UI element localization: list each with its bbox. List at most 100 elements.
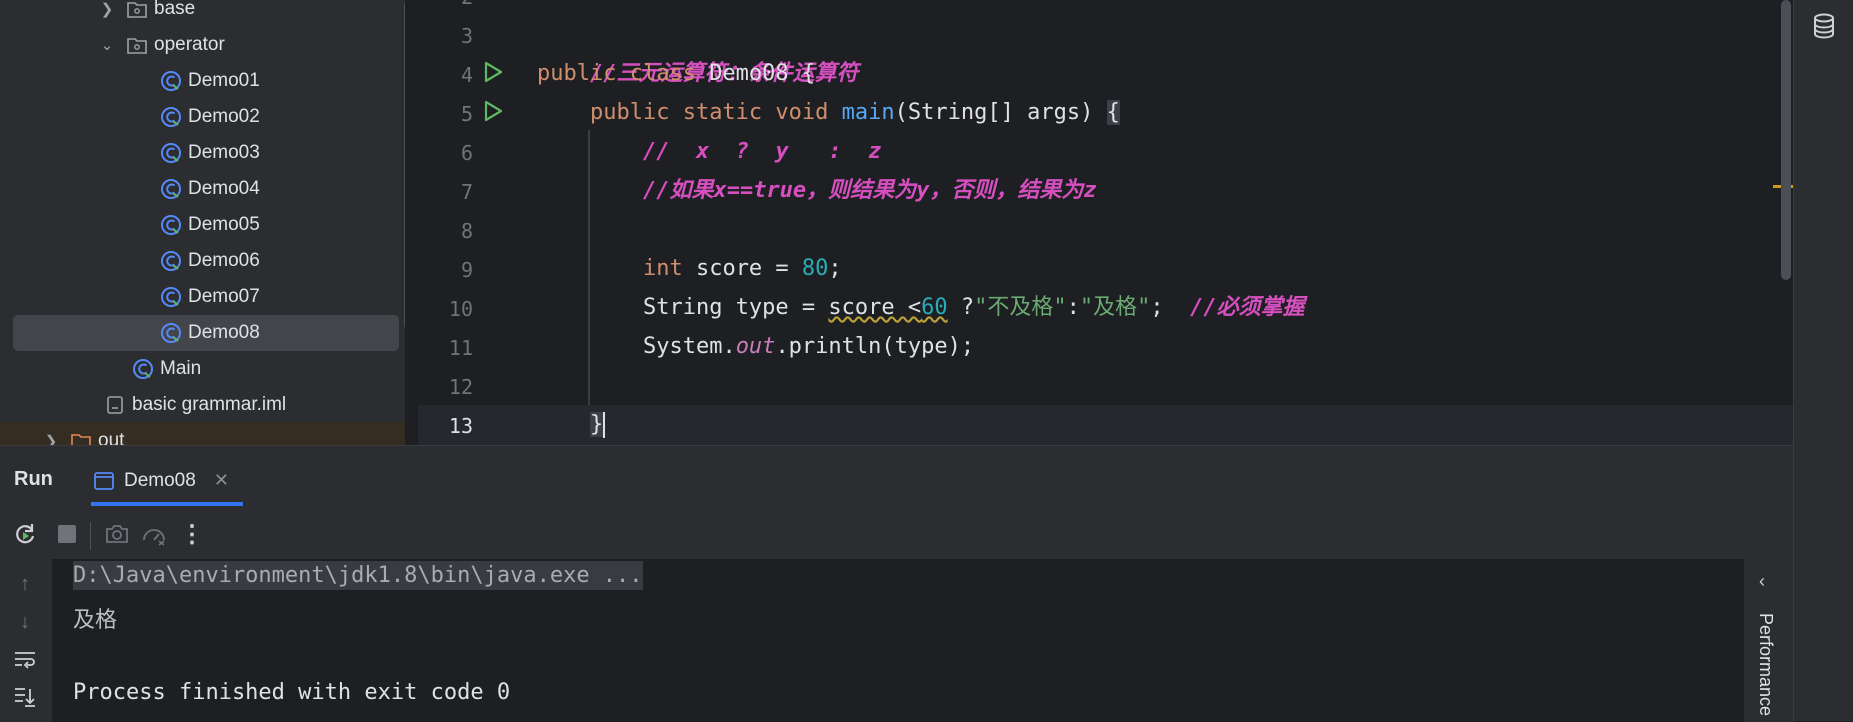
code-line-3: //三元运算符：条件运算符	[537, 15, 859, 86]
console-command-line: D:\Java\environment\jdk1.8\bin\java.exe …	[73, 561, 643, 590]
java-class-icon	[161, 143, 181, 163]
code-brace-match: {	[1106, 100, 1120, 125]
console-exit-message: Process finished with exit code 0	[73, 680, 511, 705]
code-warning-text: score <	[828, 295, 922, 320]
database-icon[interactable]	[1810, 12, 1838, 40]
code-text: ?	[947, 295, 975, 320]
tree-item-iml-file[interactable]: basic grammar.iml	[0, 387, 405, 423]
editor-scrollbar[interactable]	[1781, 0, 1791, 280]
code-keyword: int	[642, 256, 696, 281]
tab-demo08[interactable]: Demo08 ✕	[94, 458, 229, 503]
java-class-icon	[161, 287, 181, 307]
tree-item-label: Demo06	[188, 250, 260, 271]
scroll-end-icon	[15, 688, 35, 707]
tree-item-base[interactable]: ❯ base	[0, 0, 405, 27]
tree-item-demo04[interactable]: Demo04	[0, 171, 405, 207]
current-line-highlight	[418, 405, 1793, 445]
code-keyword: public static void	[589, 100, 842, 125]
console-output[interactable]: D:\Java\environment\jdk1.8\bin\java.exe …	[52, 559, 1744, 722]
module-file-icon	[107, 396, 123, 414]
right-tool-strip	[1793, 0, 1853, 721]
tree-item-demo05[interactable]: Demo05	[0, 207, 405, 243]
run-class-icon[interactable]	[480, 59, 506, 85]
tree-item-label: out	[98, 430, 125, 445]
run-panel-title: Run	[14, 468, 53, 490]
rerun-icon	[16, 524, 35, 544]
code-line-4: public class Demo08 {	[537, 54, 815, 93]
java-class-icon	[161, 251, 181, 271]
tree-item-out[interactable]: ❯ out	[0, 423, 405, 445]
more-options-icon[interactable]: ⋮	[177, 519, 207, 549]
line-number: 7	[460, 180, 473, 204]
code-class-name: Demo08	[709, 61, 802, 86]
chevron-left-icon[interactable]: ‹	[1759, 571, 1765, 592]
code-text: score =	[695, 256, 802, 281]
arrow-down-icon[interactable]: ↓	[12, 609, 38, 635]
chevron-right-icon[interactable]: ❯	[42, 432, 60, 445]
tree-scrollbar[interactable]	[404, 0, 405, 330]
tree-item-label: base	[154, 0, 196, 19]
code-number: 80	[801, 256, 829, 281]
profiler-button[interactable]	[139, 519, 169, 549]
line-number: 11	[448, 336, 473, 360]
code-text: System.	[642, 334, 736, 359]
line-number: 13	[448, 414, 473, 438]
package-folder-icon	[127, 38, 147, 54]
package-folder-icon	[127, 2, 147, 18]
java-class-icon	[161, 215, 181, 235]
console-program-output: 及格	[73, 608, 118, 633]
tree-item-demo08[interactable]: Demo08	[0, 315, 405, 351]
code-static-field: out	[735, 334, 776, 359]
code-text: .println(type);	[775, 334, 975, 359]
chevron-down-icon[interactable]: ⌄	[98, 36, 116, 54]
tree-item-operator[interactable]: ⌄ operator	[0, 27, 405, 63]
code-method-name: main	[841, 100, 895, 125]
performance-side-panel[interactable]: ‹ Performance	[1744, 559, 1793, 722]
thread-dump-button[interactable]	[102, 519, 132, 549]
close-icon[interactable]: ✕	[214, 470, 229, 491]
code-string: "不及格"	[974, 295, 1067, 320]
code-text: String type =	[642, 295, 829, 320]
toolbar-separator	[90, 522, 91, 550]
tab-label: Demo08	[124, 469, 196, 491]
tree-item-label: Demo04	[188, 178, 260, 199]
tree-item-label: Demo03	[188, 142, 260, 163]
tree-item-label: operator	[154, 34, 225, 55]
line-number: 12	[448, 375, 473, 399]
tree-item-demo03[interactable]: Demo03	[0, 135, 405, 171]
code-comment: //如果x==true，则结果为y，否则，结果为z	[642, 178, 1097, 203]
tree-item-label: Main	[160, 358, 202, 379]
tree-item-demo06[interactable]: Demo06	[0, 243, 405, 279]
java-class-icon	[161, 71, 181, 91]
console-window-icon	[94, 471, 114, 490]
gauge-icon	[143, 529, 165, 546]
code-string: "及格"	[1079, 295, 1151, 320]
line-number: 8	[460, 219, 473, 243]
tree-item-demo01[interactable]: Demo01	[0, 63, 405, 99]
line-number: 10	[448, 297, 473, 321]
code-brace-match: }	[589, 412, 604, 437]
code-editor[interactable]: 2 3 4 5 6 7 8 9 10 11 12 13 //三元运算符：条件运算…	[418, 0, 1793, 445]
scroll-to-end-icon[interactable]	[12, 684, 38, 710]
stop-button[interactable]	[52, 519, 82, 549]
run-tool-window: Run Demo08 ✕ ⋮ ↑ ↓ D:\Java\environment\j…	[0, 445, 1793, 722]
line-number: 5	[460, 102, 473, 126]
tree-item-demo07[interactable]: Demo07	[0, 279, 405, 315]
run-main-icon[interactable]	[480, 98, 506, 124]
tree-item-label: Demo05	[188, 214, 260, 235]
tree-item-label: Demo02	[188, 106, 260, 127]
line-number: 6	[460, 141, 473, 165]
line-number: 4	[460, 63, 473, 87]
rerun-button[interactable]	[10, 519, 40, 549]
tree-item-main[interactable]: Main	[0, 351, 405, 387]
chevron-right-icon[interactable]: ❯	[98, 0, 116, 18]
arrow-up-icon[interactable]: ↑	[12, 571, 38, 597]
active-tab-indicator	[91, 502, 243, 506]
tree-item-demo02[interactable]: Demo02	[0, 99, 405, 135]
code-line-9: int score = 80;	[537, 249, 842, 288]
soft-wrap-icon[interactable]	[12, 647, 38, 673]
code-keyword: public class	[537, 61, 710, 86]
run-toolbar: ⋮	[0, 509, 1793, 559]
line-number: 2	[418, 0, 473, 9]
code-text: :	[1066, 295, 1080, 320]
